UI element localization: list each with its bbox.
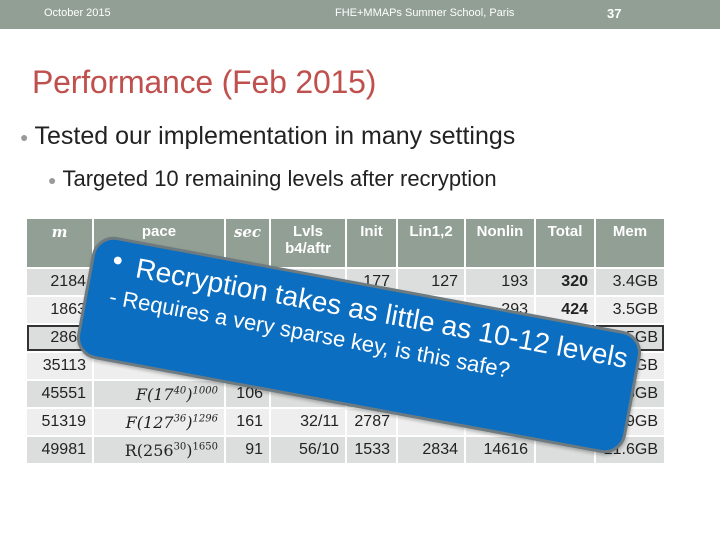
space-base: R(256 — [124, 440, 174, 460]
cell-lin: 2834 — [398, 437, 464, 463]
bullet-level2-text: Targeted 10 remaining levels after recry… — [62, 166, 497, 191]
cell-m: 35113 — [27, 353, 92, 379]
cell-nonlin: 14616 — [466, 437, 534, 463]
space-base: F(127 — [125, 412, 174, 432]
cell-space: F(1740)1000 — [94, 381, 224, 407]
cell-sec-lvl: 161 — [226, 409, 269, 435]
cell-m: 51319 — [27, 409, 92, 435]
header-mem: Mem — [596, 219, 664, 267]
space-power: 1296 — [192, 413, 218, 425]
bullet-level1: ● Tested our implementation in many setti… — [20, 122, 515, 151]
space-exponent: 40 — [173, 385, 187, 397]
cell-nonlin: 193 — [466, 269, 534, 295]
cell-lvls: 32/11 — [271, 409, 345, 435]
bullet-dot-icon: ● — [20, 129, 29, 146]
space-power: 1650 — [192, 441, 218, 453]
header-init: Init — [347, 219, 396, 267]
slide-event-name: FHE+MMAPs Summer School, Paris — [335, 7, 515, 19]
cell-lvls: 56/10 — [271, 437, 345, 463]
header-total: Total — [536, 219, 594, 267]
space-power: 1000 — [192, 385, 218, 397]
cell-mem: 3.4GB — [596, 269, 664, 295]
bullet-level1-text: Tested our implementation in many settin… — [34, 122, 516, 150]
cell-total: 320 — [536, 269, 594, 295]
bullet-dot-icon: ● — [48, 172, 57, 189]
cell-sec-lvl: 91 — [226, 437, 269, 463]
slide-page-number: 37 — [607, 6, 622, 21]
header-m: m — [27, 219, 92, 267]
bullet-level2: ● Targeted 10 remaining levels after recr… — [48, 166, 497, 192]
header-lvls-line2: b4/aftr — [285, 240, 331, 257]
cell-m: 2184 — [27, 269, 92, 295]
space-exponent: 30 — [173, 441, 187, 453]
header-nonlin: Nonlin — [466, 219, 534, 267]
cell-m: 49981 — [27, 437, 92, 463]
space-exponent: 36 — [173, 413, 187, 425]
cell-m: 45551 — [27, 381, 92, 407]
cell-init: 1533 — [347, 437, 396, 463]
slide-title: Performance (Feb 2015) — [32, 64, 377, 100]
slide-header-bar: October 2015 FHE+MMAPs Summer School, Pa… — [0, 0, 720, 29]
cell-mem: 3.5GB — [596, 297, 664, 323]
cell-space: R(25630)1650 — [94, 437, 224, 463]
header-lvls-line1: Lvls — [292, 223, 323, 240]
slide-date: October 2015 — [44, 7, 111, 19]
cell-space: F(12736)1296 — [94, 409, 224, 435]
space-base: F(17 — [135, 384, 174, 404]
header-lin: Lin1,2 — [398, 219, 464, 267]
callout-bullet-icon: ● — [110, 248, 126, 271]
header-lvls: Lvls b4/aftr — [271, 219, 345, 267]
